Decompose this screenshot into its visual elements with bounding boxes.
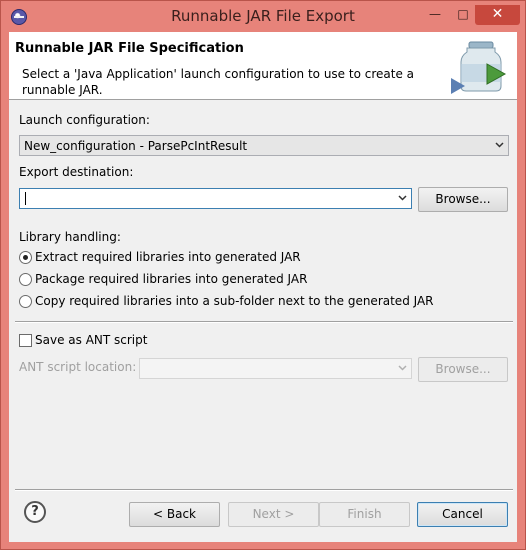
export-destination-input[interactable] xyxy=(19,188,412,209)
chevron-down-icon xyxy=(398,195,407,201)
radio-copy-label[interactable]: Copy required libraries into a sub-folde… xyxy=(35,294,434,308)
ant-location-input[interactable] xyxy=(139,358,412,379)
maximize-button[interactable]: □ xyxy=(450,5,476,25)
library-handling-label: Library handling: xyxy=(19,230,121,244)
radio-package[interactable] xyxy=(19,273,32,286)
jar-icon xyxy=(451,41,507,94)
dialog-window: Runnable JAR File Export — □ ✕ Runnable … xyxy=(0,0,526,550)
radio-copy[interactable] xyxy=(19,295,32,308)
section-divider xyxy=(15,321,513,323)
radio-extract-label[interactable]: Extract required libraries into generate… xyxy=(35,250,301,264)
chevron-down-icon xyxy=(495,142,504,148)
page-title: Runnable JAR File Specification xyxy=(15,41,244,56)
help-icon[interactable]: ? xyxy=(24,501,46,523)
close-button[interactable]: ✕ xyxy=(475,5,520,25)
minimize-button[interactable]: — xyxy=(422,5,448,25)
back-button[interactable]: < Back xyxy=(129,502,220,527)
ant-browse-button[interactable]: Browse... xyxy=(418,357,508,382)
wizard-header: Runnable JAR File Specification Select a… xyxy=(9,32,517,100)
page-description: Select a 'Java Application' launch confi… xyxy=(22,67,414,97)
ant-location-label: ANT script location: xyxy=(19,360,137,374)
launch-config-value: New_configuration - ParsePcIntResult xyxy=(24,139,248,153)
radio-extract[interactable] xyxy=(19,251,32,264)
title-bar[interactable]: Runnable JAR File Export — □ ✕ xyxy=(1,1,525,32)
cancel-button[interactable]: Cancel xyxy=(417,502,508,527)
launch-config-select[interactable]: New_configuration - ParsePcIntResult xyxy=(19,135,509,156)
next-button[interactable]: Next > xyxy=(228,502,319,527)
dialog-body: Runnable JAR File Specification Select a… xyxy=(9,32,517,542)
button-bar-divider xyxy=(15,489,513,491)
export-destination-label: Export destination: xyxy=(19,165,134,179)
save-ant-label[interactable]: Save as ANT script xyxy=(35,333,147,347)
finish-button[interactable]: Finish xyxy=(319,502,410,527)
save-ant-checkbox[interactable] xyxy=(19,334,32,347)
radio-package-label[interactable]: Package required libraries into generate… xyxy=(35,272,307,286)
chevron-down-icon xyxy=(398,365,407,371)
launch-config-label: Launch configuration: xyxy=(19,113,150,127)
export-browse-button[interactable]: Browse... xyxy=(418,187,508,212)
text-caret xyxy=(25,192,26,205)
